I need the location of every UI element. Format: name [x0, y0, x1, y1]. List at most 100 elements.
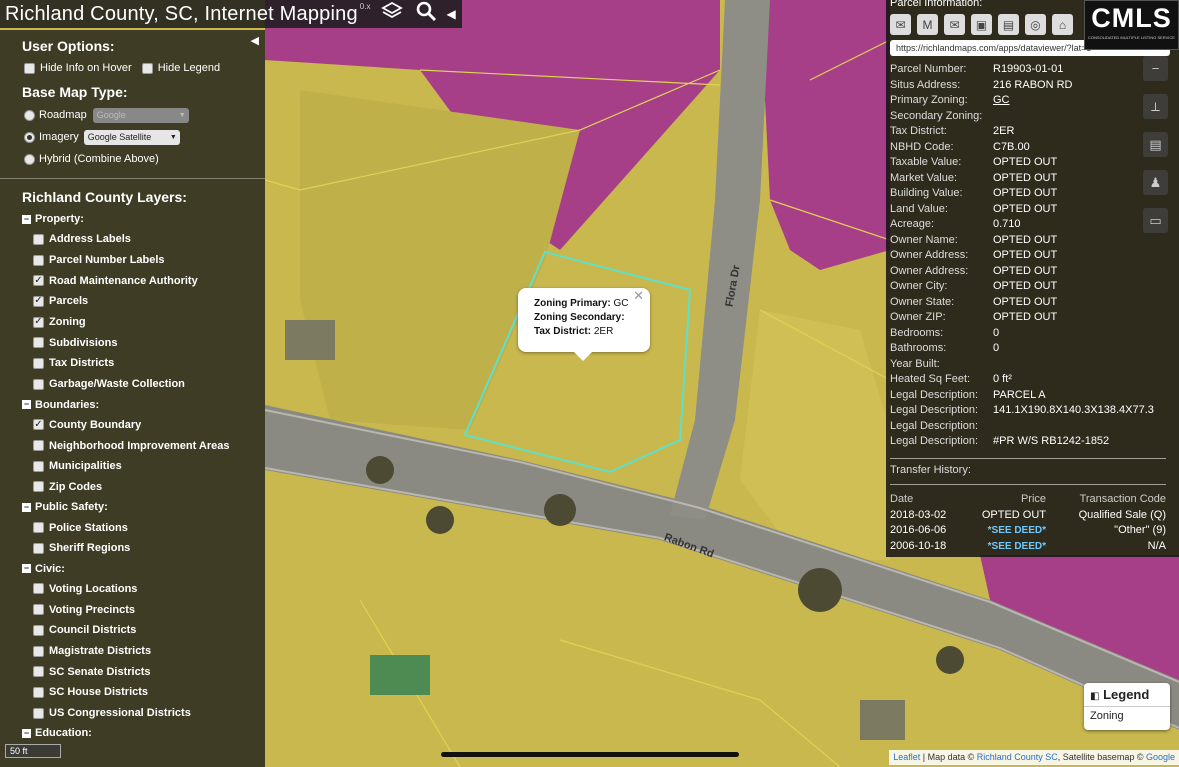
parcel-field-value: 216 RABON RD	[993, 78, 1073, 91]
parcel-field-value[interactable]: GC	[993, 93, 1010, 109]
layer-checkbox[interactable]	[33, 583, 44, 595]
layer-checkbox[interactable]	[33, 233, 44, 245]
pdf-icon[interactable]: ▣	[971, 14, 992, 35]
layer-checkbox[interactable]	[33, 624, 44, 636]
layer-checkbox[interactable]: ✓	[33, 316, 44, 328]
parcel-field-row: Heated Sq Feet: 0 ft²	[890, 372, 1160, 388]
layer-item[interactable]: US Congressional Districts	[0, 703, 265, 724]
layer-item[interactable]: Neighborhood Improvement Areas	[0, 435, 265, 456]
close-icon[interactable]: ✕	[633, 289, 644, 303]
layer-checkbox[interactable]	[33, 522, 44, 534]
layer-item[interactable]: ✓ Road Maintenance Authority	[0, 270, 265, 291]
layer-group[interactable]: − Public Safety:	[0, 497, 265, 517]
collapse-arrow-icon[interactable]: ◀	[446, 7, 455, 21]
layer-item[interactable]: Magistrate Districts	[0, 641, 265, 662]
hide-info-checkbox[interactable]	[24, 62, 35, 74]
transfer-price[interactable]: *SEE DEED*	[970, 539, 1046, 555]
layer-item[interactable]: Garbage/Waste Collection	[0, 374, 265, 395]
layer-checkbox[interactable]: ✓	[33, 419, 44, 431]
layer-item[interactable]: SC House Districts	[0, 682, 265, 703]
layer-item[interactable]: Subdivisions	[0, 332, 265, 353]
leaflet-link[interactable]: Leaflet	[893, 752, 920, 762]
measure-tool-icon[interactable]: ⟂	[1143, 94, 1168, 119]
layer-item[interactable]: ✓ County Boundary	[0, 415, 265, 436]
layer-checkbox[interactable]	[33, 481, 44, 493]
collapse-group-icon[interactable]: −	[22, 728, 31, 738]
layer-group[interactable]: − Education:	[0, 723, 265, 743]
yahoo-mail-icon[interactable]: ✉	[944, 14, 965, 35]
layer-item[interactable]: Parcel Number Labels	[0, 250, 265, 271]
hide-info-label: Hide Info on Hover	[40, 62, 132, 74]
county-link[interactable]: Richland County SC	[977, 752, 1058, 762]
parcel-field-label: Legal Description:	[890, 419, 979, 432]
search-icon[interactable]	[414, 0, 438, 28]
legend-box[interactable]: ◧ Legend Zoning	[1084, 683, 1170, 730]
layer-checkbox[interactable]	[33, 254, 44, 266]
layer-item[interactable]: ✓ Zoning	[0, 312, 265, 333]
layer-item[interactable]: Police Stations	[0, 517, 265, 538]
layer-item[interactable]: Zip Codes	[0, 477, 265, 498]
layer-checkbox[interactable]	[33, 337, 44, 349]
layer-item[interactable]: Address Labels	[0, 229, 265, 250]
parcel-field-label: Owner Address:	[890, 249, 969, 261]
transfer-column-header: Price	[1020, 493, 1046, 505]
zoom-out-button[interactable]: −	[1143, 56, 1168, 81]
layer-checkbox[interactable]	[33, 542, 44, 554]
layer-checkbox[interactable]	[33, 378, 44, 390]
layer-item[interactable]: ✓ Parcels	[0, 291, 265, 312]
layer-item[interactable]: SC Senate Districts	[0, 661, 265, 682]
roadmap-radio[interactable]	[24, 109, 35, 121]
layer-checkbox[interactable]	[33, 707, 44, 719]
layer-checkbox[interactable]	[33, 440, 44, 452]
transfer-column-header: Transaction Code	[1079, 493, 1166, 505]
layer-group[interactable]: − Boundaries:	[0, 395, 265, 415]
layer-group[interactable]: − Civic:	[0, 559, 265, 579]
layer-item[interactable]: Voting Locations	[0, 579, 265, 600]
layer-checkbox[interactable]	[33, 357, 44, 369]
layer-checkbox[interactable]: ✓	[33, 275, 44, 287]
building	[285, 320, 335, 360]
layer-checkbox[interactable]	[33, 460, 44, 472]
layer-checkbox[interactable]	[33, 645, 44, 657]
parcel-field-row: Acreage: 0.710	[890, 217, 1160, 233]
google-link[interactable]: Google	[1146, 752, 1175, 762]
email-icon[interactable]: ✉	[890, 14, 911, 35]
collapse-group-icon[interactable]: −	[22, 400, 31, 409]
clear-tool-icon[interactable]: ▭	[1143, 208, 1168, 233]
layer-checkbox[interactable]: ✓	[33, 295, 44, 307]
imagery-radio[interactable]	[24, 131, 35, 143]
layer-checkbox[interactable]	[33, 604, 44, 616]
imagery-select[interactable]: Google Satellite ▼	[83, 129, 180, 145]
collapse-group-icon[interactable]: −	[22, 564, 31, 574]
roadmap-select[interactable]: Google ▼	[92, 107, 189, 123]
hide-legend-checkbox[interactable]	[141, 62, 153, 74]
zoning-popup: ✕ Zoning Primary: GC Zoning Secondary: T…	[518, 288, 650, 361]
layer-checkbox[interactable]	[33, 686, 44, 698]
parcel-field-label: Acreage:	[890, 218, 935, 230]
print-tool-icon[interactable]: ▤	[1143, 132, 1168, 157]
parcel-field-label: Owner Name:	[890, 233, 958, 246]
building	[860, 700, 905, 740]
layer-item[interactable]: Tax Districts	[0, 353, 265, 374]
layers-icon[interactable]	[380, 1, 404, 27]
share-toolbar: ✉ M ✉ ▣ ▤ ◎ ⌂	[890, 14, 1079, 35]
hybrid-radio[interactable]	[24, 153, 35, 165]
layer-item[interactable]: Voting Precincts	[0, 599, 265, 620]
layer-group[interactable]: − Property:	[0, 209, 265, 229]
layer-item[interactable]: Council Districts	[0, 620, 265, 641]
county-seal-icon[interactable]: ◎	[1025, 14, 1046, 35]
layer-checkbox[interactable]	[33, 666, 44, 678]
transfer-price[interactable]: *SEE DEED*	[970, 523, 1046, 539]
home-icon[interactable]: ⌂	[1052, 14, 1073, 35]
layer-item[interactable]: Municipalities	[0, 456, 265, 477]
collapse-group-icon[interactable]: −	[22, 502, 31, 512]
collapse-group-icon[interactable]: −	[22, 214, 31, 224]
street-view-icon[interactable]: ♟	[1143, 170, 1168, 195]
transfer-code: "Other" (9)	[1114, 524, 1166, 536]
print-icon[interactable]: ▤	[998, 14, 1019, 35]
popup-zoning-primary: GC	[613, 298, 629, 309]
gmail-icon[interactable]: M	[917, 14, 938, 35]
layer-label: Parcel Number Labels	[49, 254, 165, 267]
layer-item[interactable]: Sheriff Regions	[0, 538, 265, 559]
collapse-panel-icon[interactable]: ◀	[251, 34, 259, 47]
